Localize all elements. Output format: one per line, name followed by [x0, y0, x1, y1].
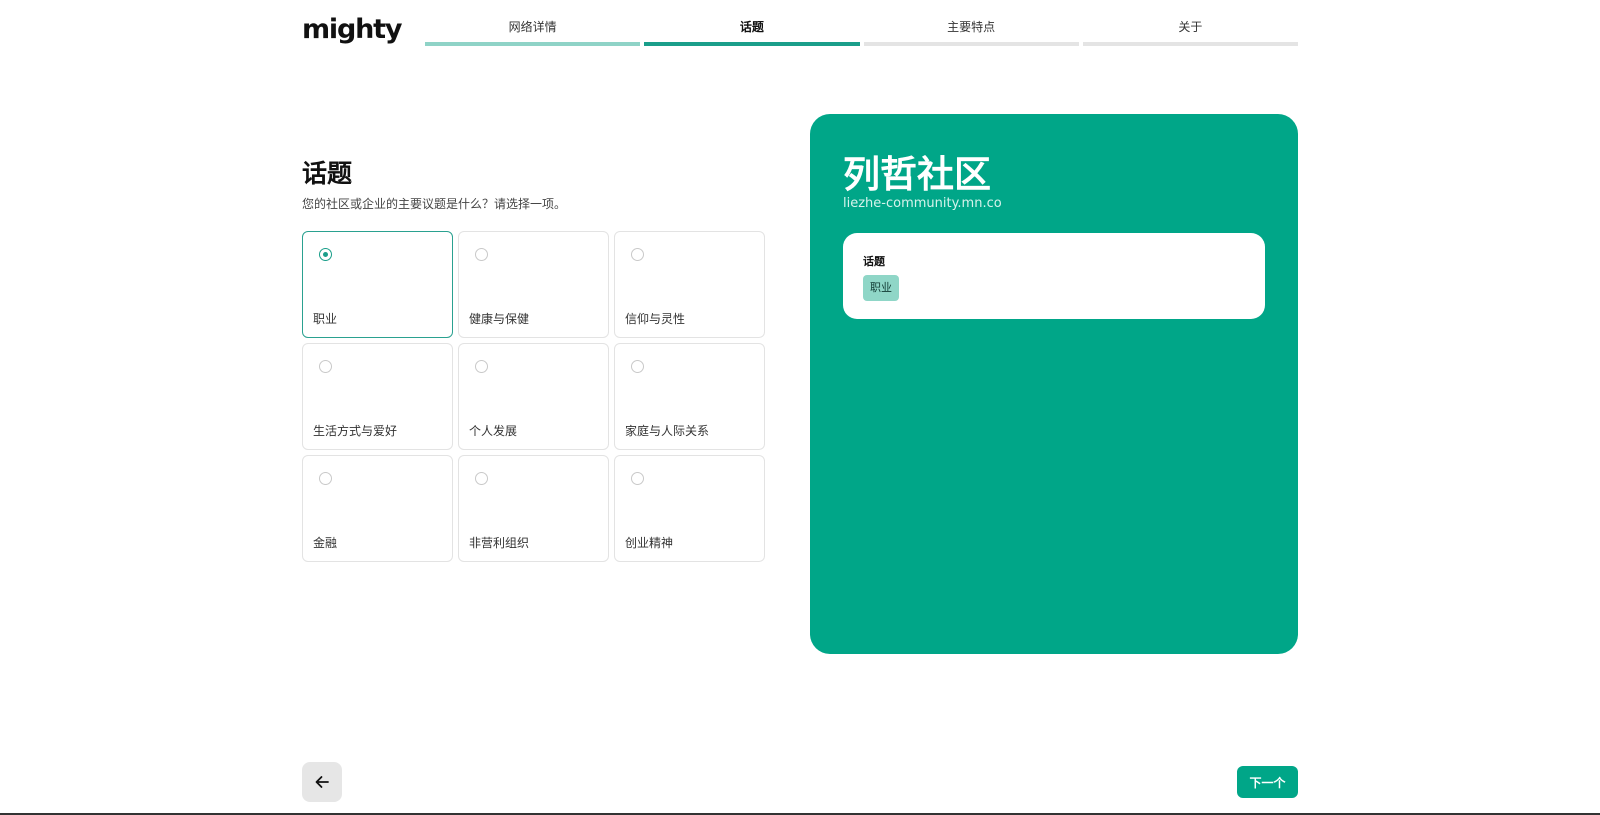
preview-topic-tag: 职业 — [863, 275, 899, 301]
step-key-features[interactable]: 主要特点 — [863, 16, 1079, 46]
step-label: 主要特点 — [947, 20, 996, 34]
radio-icon[interactable] — [319, 360, 332, 373]
topic-option-label: 非营利组织 — [469, 536, 530, 550]
step-about[interactable]: 关于 — [1082, 16, 1298, 46]
mighty-logo: mighty — [302, 14, 402, 45]
page-title: 话题 — [302, 159, 353, 188]
preview-topic-panel: 话题 职业 — [843, 233, 1265, 319]
topic-option-label: 生活方式与爱好 — [313, 424, 398, 438]
preview-topic-heading: 话题 — [863, 255, 885, 268]
topic-option-label: 创业精神 — [625, 536, 674, 550]
arrow-left-icon — [315, 776, 329, 788]
topic-option-lifestyle-hobbies[interactable]: 生活方式与爱好 — [302, 343, 453, 450]
community-preview-card: 列哲社区 liezhe-community.mn.co 话题 职业 — [810, 114, 1298, 654]
radio-icon[interactable] — [319, 472, 332, 485]
step-network-details[interactable]: 网络详情 — [425, 16, 641, 46]
topic-option-label: 个人发展 — [469, 424, 518, 438]
step-progress-bar — [644, 42, 860, 46]
radio-icon[interactable] — [475, 248, 488, 261]
community-url: liezhe-community.mn.co — [843, 196, 1002, 211]
topic-option-career[interactable]: 职业 — [302, 231, 453, 338]
step-label: 关于 — [1178, 20, 1203, 34]
topic-option-finance[interactable]: 金融 — [302, 455, 453, 562]
step-label: 话题 — [739, 20, 764, 34]
step-label: 网络详情 — [508, 20, 557, 34]
topic-option-label: 信仰与灵性 — [625, 312, 686, 326]
step-topic[interactable]: 话题 — [644, 16, 860, 46]
radio-icon[interactable] — [475, 360, 488, 373]
topic-option-personal-development[interactable]: 个人发展 — [458, 343, 609, 450]
topic-option-entrepreneurship[interactable]: 创业精神 — [614, 455, 765, 562]
topic-option-label: 金融 — [313, 536, 338, 550]
community-name: 列哲社区 — [843, 153, 991, 196]
topic-option-label: 职业 — [313, 312, 338, 326]
step-progress-bar — [1082, 42, 1298, 46]
topic-option-label: 家庭与人际关系 — [625, 424, 710, 438]
radio-icon[interactable] — [631, 360, 644, 373]
step-progress-bar — [863, 42, 1079, 46]
topic-option-health-wellness[interactable]: 健康与保健 — [458, 231, 609, 338]
radio-selected-icon[interactable] — [319, 248, 332, 261]
radio-icon[interactable] — [475, 472, 488, 485]
topic-option-family-relationships[interactable]: 家庭与人际关系 — [614, 343, 765, 450]
topic-options-grid: 职业 健康与保健 信仰与灵性 生活方式与爱好 个人发展 家庭与人际关系 金融 非… — [302, 231, 765, 562]
progress-steps: 网络详情 话题 主要特点 关于 — [425, 16, 1298, 46]
topic-option-label: 健康与保健 — [469, 312, 530, 326]
back-button[interactable] — [302, 762, 342, 802]
step-progress-bar — [425, 42, 641, 46]
next-button[interactable]: 下一个 — [1237, 766, 1298, 798]
radio-icon[interactable] — [631, 248, 644, 261]
page-subtitle: 您的社区或企业的主要议题是什么？请选择一项。 — [302, 197, 567, 211]
radio-icon[interactable] — [631, 472, 644, 485]
topic-option-nonprofit[interactable]: 非营利组织 — [458, 455, 609, 562]
topic-option-faith-spirituality[interactable]: 信仰与灵性 — [614, 231, 765, 338]
